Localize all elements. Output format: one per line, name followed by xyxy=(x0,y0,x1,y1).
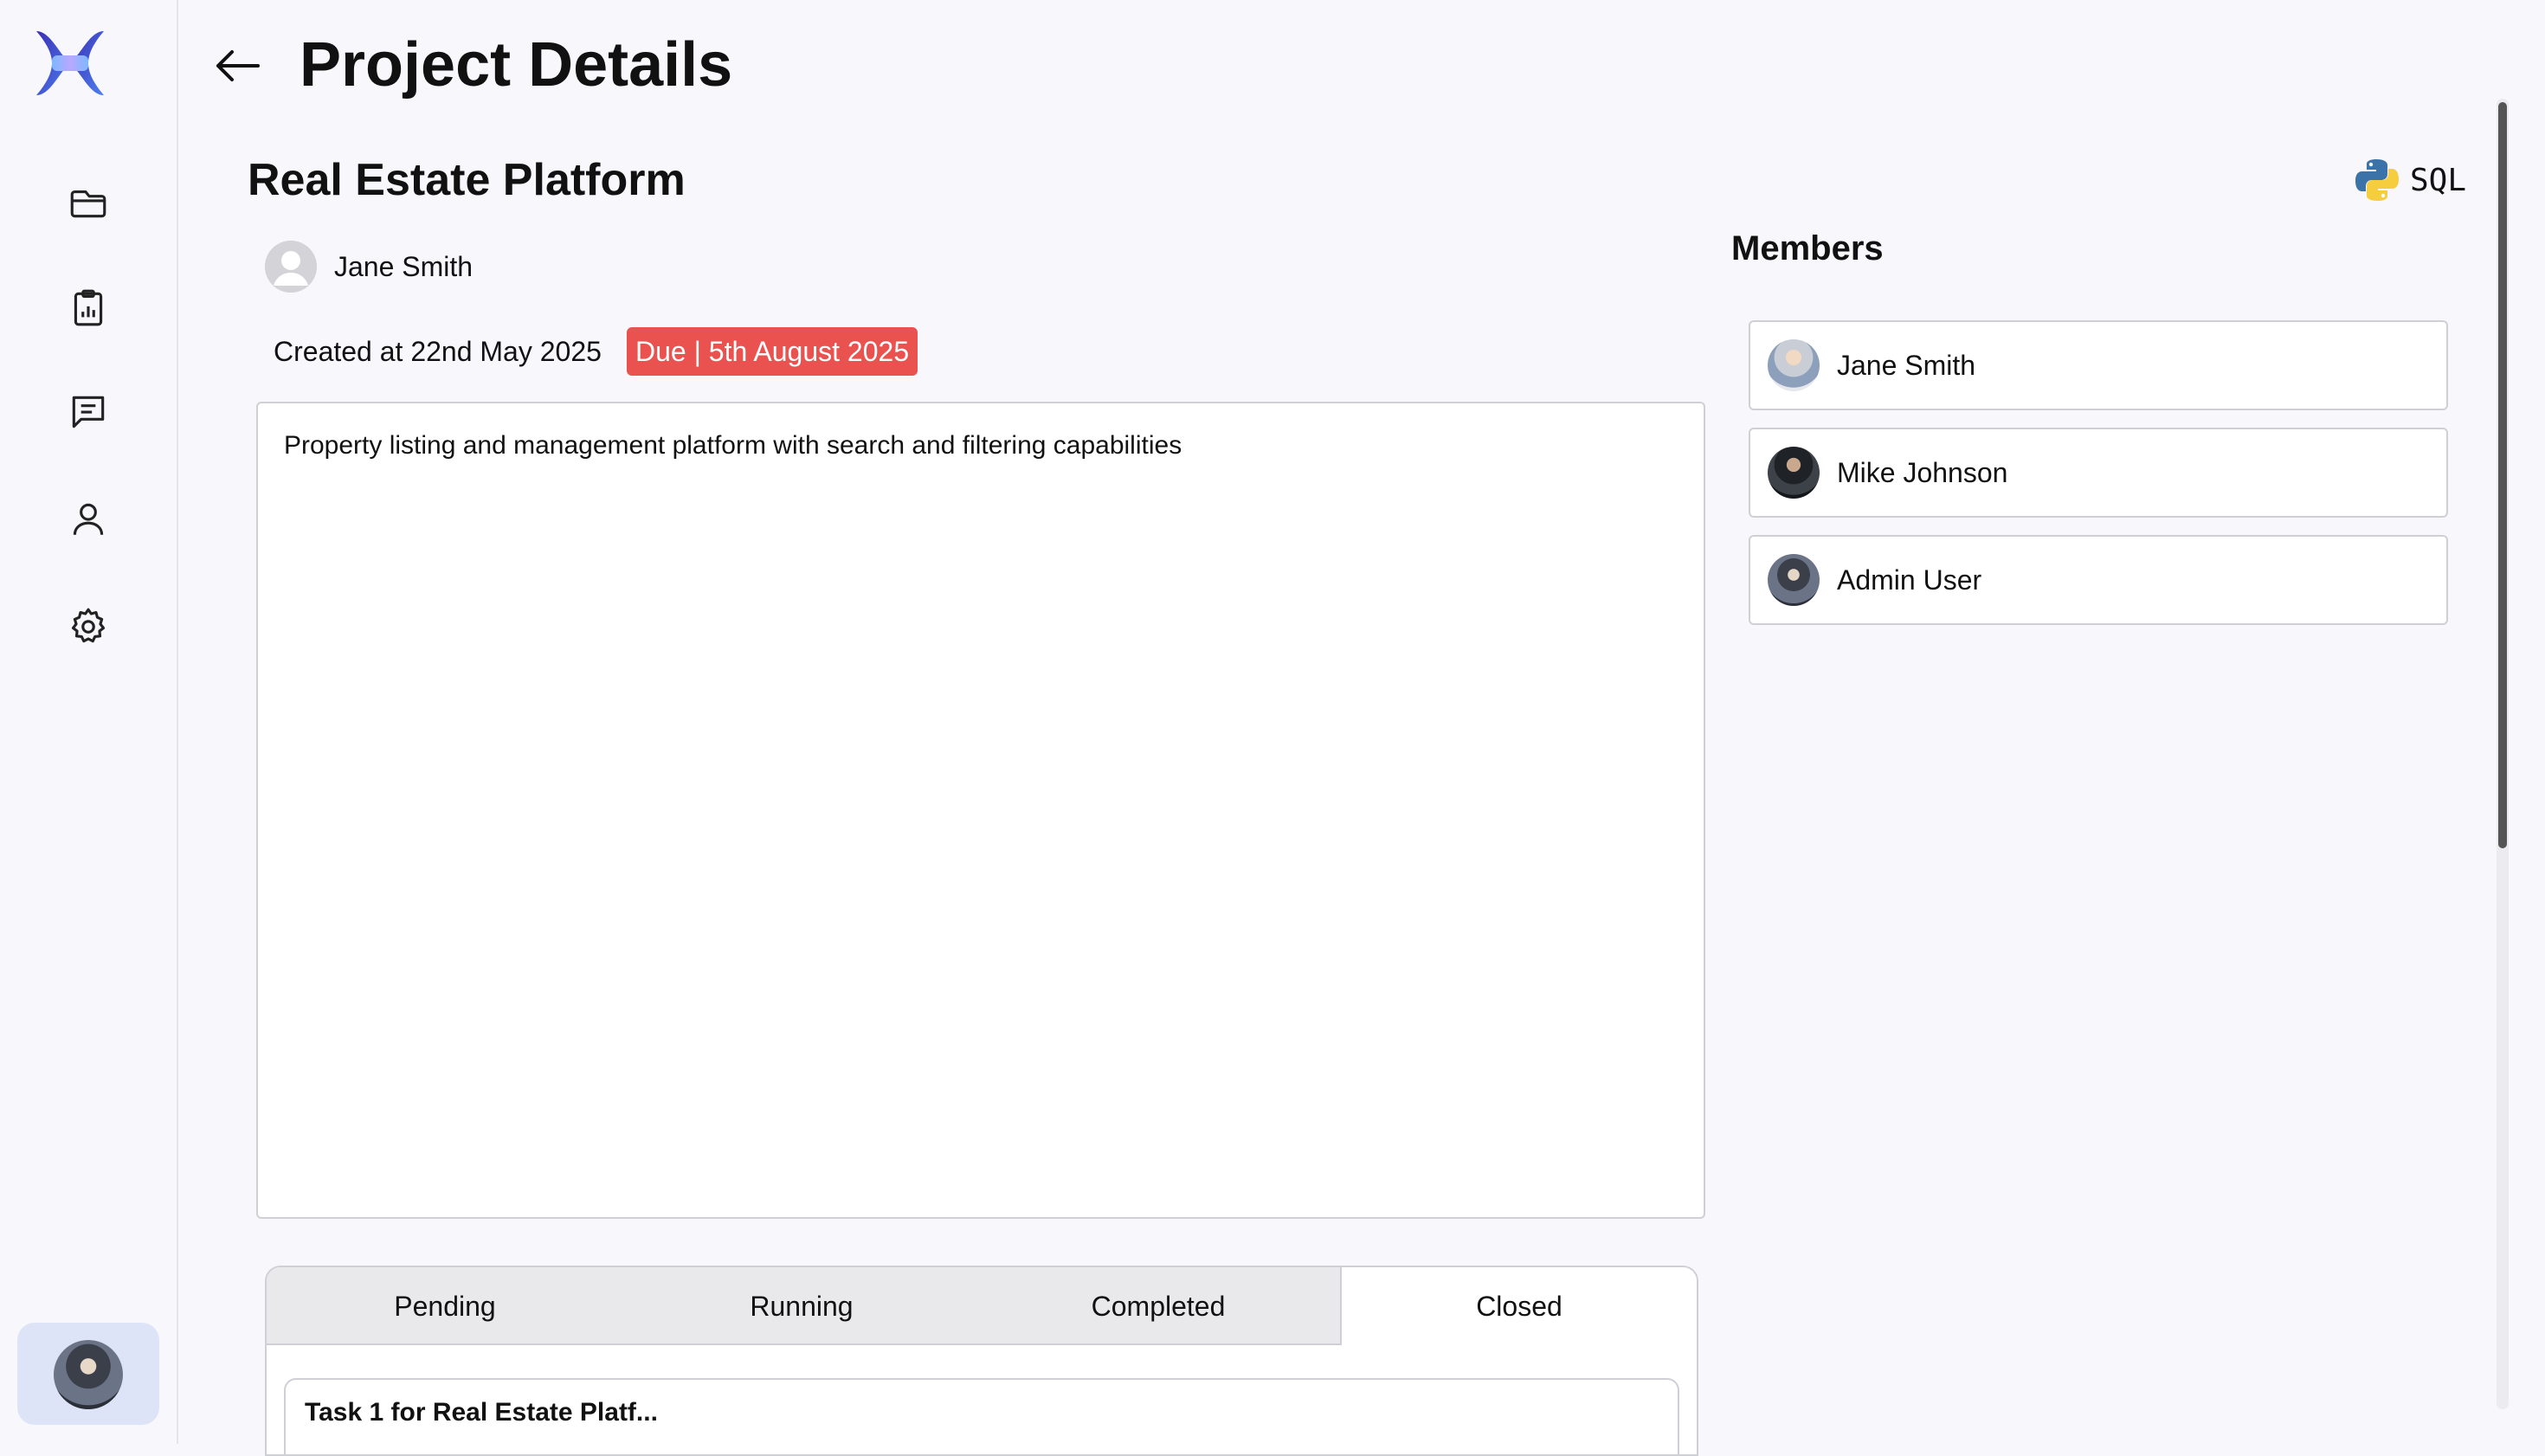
app-logo[interactable] xyxy=(33,28,107,99)
member-row[interactable]: Jane Smith xyxy=(1749,320,2448,410)
member-name: Jane Smith xyxy=(1837,350,1976,381)
tab-closed[interactable]: Closed xyxy=(1340,1267,1697,1345)
member-row[interactable]: Admin User xyxy=(1749,535,2448,625)
task-tabs-panel: Pending Running Completed Closed Task 1 … xyxy=(265,1266,1698,1456)
python-icon xyxy=(2355,159,2399,201)
member-row[interactable]: Mike Johnson xyxy=(1749,428,2448,518)
description-box[interactable]: Property listing and management platform… xyxy=(256,402,1705,1219)
current-user-tile[interactable] xyxy=(17,1323,159,1425)
project-name: Real Estate Platform xyxy=(248,155,686,205)
description-text: Property listing and management platform… xyxy=(284,431,1182,460)
folder-icon[interactable] xyxy=(62,177,114,229)
due-date-badge: Due | 5th August 2025 xyxy=(627,327,918,376)
back-arrow-icon[interactable] xyxy=(211,40,263,92)
owner-avatar xyxy=(265,241,317,293)
page-title: Project Details xyxy=(300,30,733,100)
created-date: Created at 22nd May 2025 xyxy=(274,336,602,367)
tab-running[interactable]: Running xyxy=(623,1267,980,1345)
members-title: Members xyxy=(1731,229,1884,267)
scrollbar-thumb[interactable] xyxy=(2498,102,2507,848)
chat-icon[interactable] xyxy=(62,386,114,438)
clipboard-chart-icon[interactable] xyxy=(62,282,114,334)
current-user-avatar[interactable] xyxy=(54,1340,123,1409)
tab-pending[interactable]: Pending xyxy=(267,1267,623,1345)
member-name: Mike Johnson xyxy=(1837,457,2008,488)
tech-stack-label: SQL xyxy=(2410,162,2467,198)
member-name: Admin User xyxy=(1837,564,1982,596)
tab-completed[interactable]: Completed xyxy=(980,1267,1337,1345)
user-icon[interactable] xyxy=(62,493,114,545)
task-title: Task 1 for Real Estate Platf... xyxy=(305,1398,658,1427)
member-avatar xyxy=(1768,554,1820,606)
owner-name: Jane Smith xyxy=(334,251,474,282)
gear-icon[interactable] xyxy=(62,601,114,653)
member-avatar xyxy=(1768,447,1820,499)
sidebar xyxy=(0,0,178,1444)
task-card[interactable]: Task 1 for Real Estate Platf... xyxy=(284,1378,1679,1454)
tech-stack: SQL xyxy=(2353,156,2466,204)
member-avatar xyxy=(1768,339,1820,391)
